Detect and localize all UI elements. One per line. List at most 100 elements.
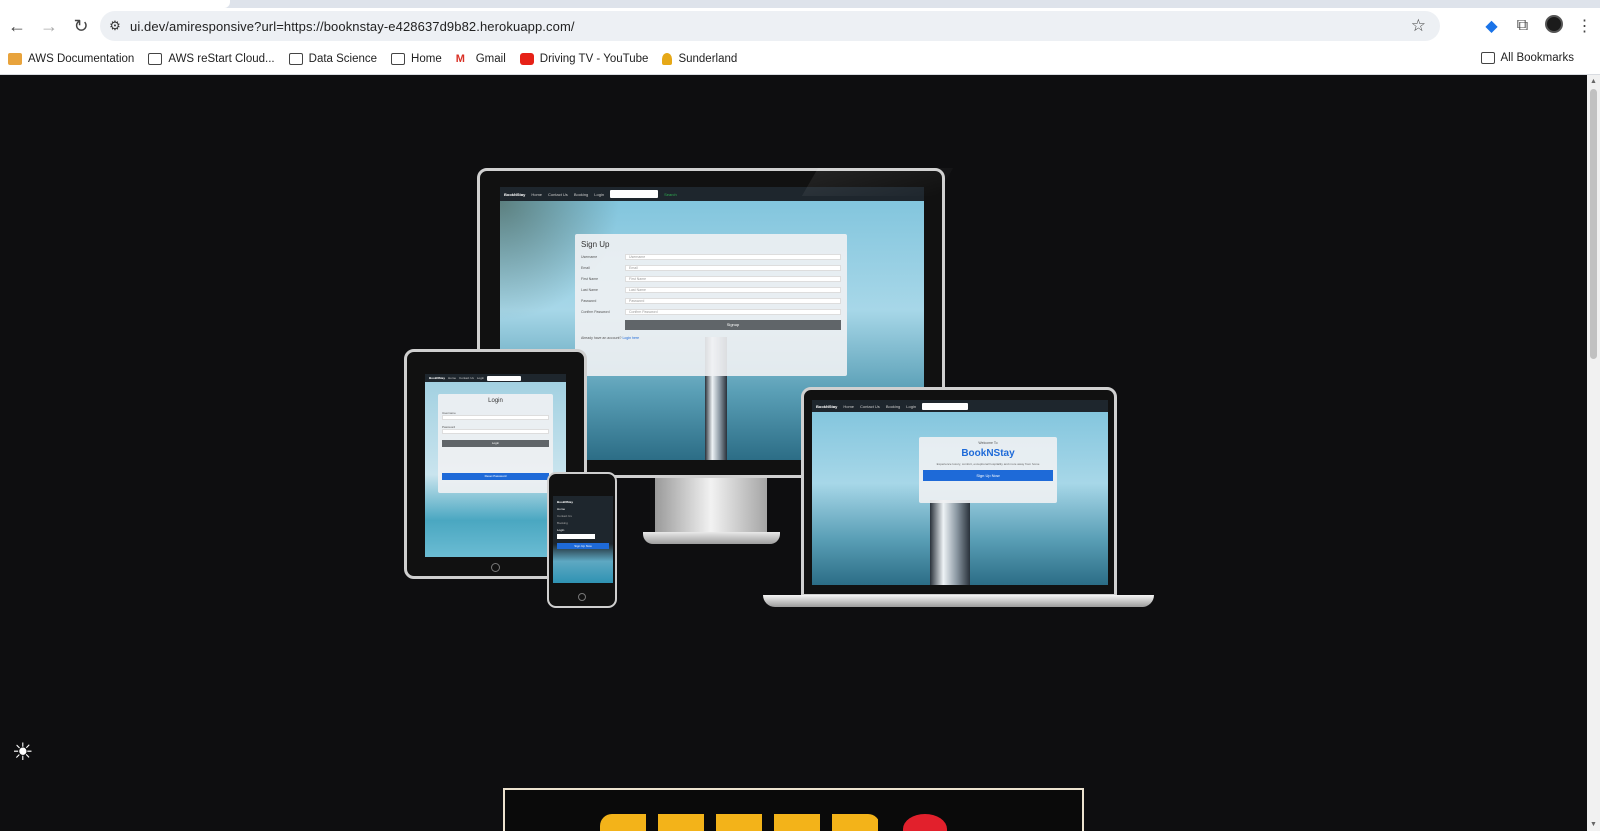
nav-contact: Contact Us [557, 514, 572, 518]
address-bar[interactable]: ⚙ ui.dev/amiresponsive?url=https://bookn… [100, 11, 1440, 41]
browser-toolbar: ← → ↻ ⚙ ui.dev/amiresponsive?url=https:/… [0, 8, 1600, 44]
folder-icon [288, 53, 303, 65]
banner-graphic-red [903, 814, 947, 831]
extension-icon[interactable]: ◆ [1476, 16, 1507, 36]
nav-contact: Contact Us [459, 376, 474, 380]
bookmark-sunderland[interactable]: Sunderland [662, 53, 737, 65]
search-button: Search [664, 191, 677, 197]
nav-login: Login [906, 403, 917, 409]
reset-password-button: Reset Password [442, 473, 549, 480]
theme-toggle-sun-icon[interactable]: ☀ [12, 741, 34, 765]
site-navbar: BookNStay Home Contact Us Booking Login [812, 400, 1108, 412]
glare [801, 168, 954, 196]
field-input: Last Name [625, 287, 841, 293]
bookmark-aws-docs[interactable]: AWS Documentation [8, 53, 134, 65]
nav-home: Home [557, 507, 566, 511]
search-input [922, 402, 969, 410]
menu-icon[interactable]: ⋮ [1569, 16, 1600, 36]
nav-login: Login [557, 528, 565, 532]
banner-graphic [600, 814, 880, 831]
signup-button: Signup [625, 320, 841, 330]
search-input [610, 190, 659, 198]
nav-contact: Contact Us [548, 191, 568, 197]
folder-icon [148, 53, 163, 65]
nav-home: Home [843, 403, 855, 409]
gmail-icon: M [455, 53, 465, 65]
field-input: Confirm Password [625, 309, 841, 315]
nav-login: Login [476, 376, 485, 380]
field-label: Confirm Password [581, 310, 610, 314]
back-icon[interactable]: ← [2, 11, 32, 41]
laptop-base [763, 595, 1154, 607]
bookmark-label: Sunderland [678, 53, 738, 65]
home-button [578, 593, 586, 601]
brand: BookNStay [504, 191, 526, 197]
signup-footer: Already have an account? [581, 336, 622, 340]
brand: BookNStay [816, 403, 838, 409]
field-label: Password [581, 299, 597, 303]
laptop: BookNStay Home Contact Us Booking Login … [801, 387, 1117, 597]
nav-home: Home [448, 376, 457, 380]
scroll-down-icon[interactable]: ▼ [1590, 821, 1597, 828]
field-input: Password [625, 298, 841, 304]
bookmark-aws-restart[interactable]: AWS reStart Cloud... [148, 53, 275, 65]
site-info-icon[interactable]: ⚙ [100, 18, 130, 34]
next-section-frame [503, 788, 1084, 831]
field-label: Email [581, 266, 590, 270]
field-label: Last Name [581, 288, 598, 292]
sunderland-icon [662, 53, 673, 65]
search-input [487, 375, 522, 381]
nav-contact: Contact Us [860, 403, 880, 409]
tower-image [930, 500, 970, 585]
bookmark-label: AWS reStart Cloud... [168, 53, 275, 65]
bookmark-label: Home [411, 53, 442, 65]
hero-title: BookNStay [961, 448, 1015, 459]
extensions-puzzle-icon[interactable]: ⧉ [1507, 17, 1538, 35]
welcome-card: Welcome To BookNStay Experience luxury, … [919, 437, 1057, 503]
login-title: Login [488, 398, 503, 404]
field-label: Username [581, 255, 598, 259]
signup-card: Sign Up Username Username Email Email Firs… [575, 234, 847, 376]
hero-tagline: Experience luxury, comfort, exceptional … [936, 462, 1040, 466]
scroll-thumb[interactable] [1590, 89, 1597, 359]
bookmark-label: Driving TV - YouTube [539, 53, 649, 65]
signup-title: Sign Up [581, 240, 610, 249]
laptop-screen: BookNStay Home Contact Us Booking Login … [812, 400, 1108, 585]
bookmark-home[interactable]: Home [391, 53, 442, 65]
youtube-icon [519, 53, 534, 65]
bookmark-gmail[interactable]: M Gmail [456, 53, 506, 65]
site-navbar: BookNStay Home Contact Us Login [425, 374, 566, 382]
field-input: First Name [625, 276, 841, 282]
username-input [442, 415, 549, 420]
password-input [442, 429, 549, 434]
active-tab[interactable] [0, 0, 230, 8]
nav-login: Login [594, 191, 605, 197]
signup-button: Sign Up Now [923, 470, 1053, 481]
all-bookmarks[interactable]: All Bookmarks [1480, 52, 1574, 64]
bookmark-label: Gmail [475, 53, 506, 65]
tab-strip [0, 0, 1600, 8]
address-text[interactable]: ui.dev/amiresponsive?url=https://booknst… [130, 19, 575, 34]
profile-avatar[interactable] [1538, 14, 1569, 38]
bookmark-label: AWS Documentation [28, 53, 135, 65]
field-label: First Name [581, 277, 599, 281]
folder-icon [391, 53, 406, 65]
tablet-screen: BookNStay Home Contact Us Login Login Us… [425, 374, 566, 557]
bookmark-data-science[interactable]: Data Science [288, 53, 378, 65]
scroll-up-icon[interactable]: ▲ [1590, 78, 1597, 85]
signup-button: Sign Up Now [557, 543, 609, 549]
login-button: Login [442, 440, 549, 447]
login-link: Login here [622, 336, 640, 340]
nav-booking: Booking [573, 191, 589, 197]
phone-screen: BookNStay Home Contact Us Booking Login … [553, 496, 613, 583]
bookmark-star-icon[interactable]: ☆ [1411, 16, 1426, 36]
brand: BookNStay [557, 500, 574, 504]
bookmark-label: Data Science [308, 53, 378, 65]
reload-icon[interactable]: ↻ [66, 11, 96, 41]
forward-icon[interactable]: → [34, 11, 64, 41]
search-input [557, 534, 595, 539]
page-scrollbar[interactable]: ▲ ▼ [1587, 75, 1600, 831]
phone: BookNStay Home Contact Us Booking Login … [547, 472, 617, 608]
field-input: Email [625, 265, 841, 271]
bookmark-youtube[interactable]: Driving TV - YouTube [519, 53, 649, 65]
